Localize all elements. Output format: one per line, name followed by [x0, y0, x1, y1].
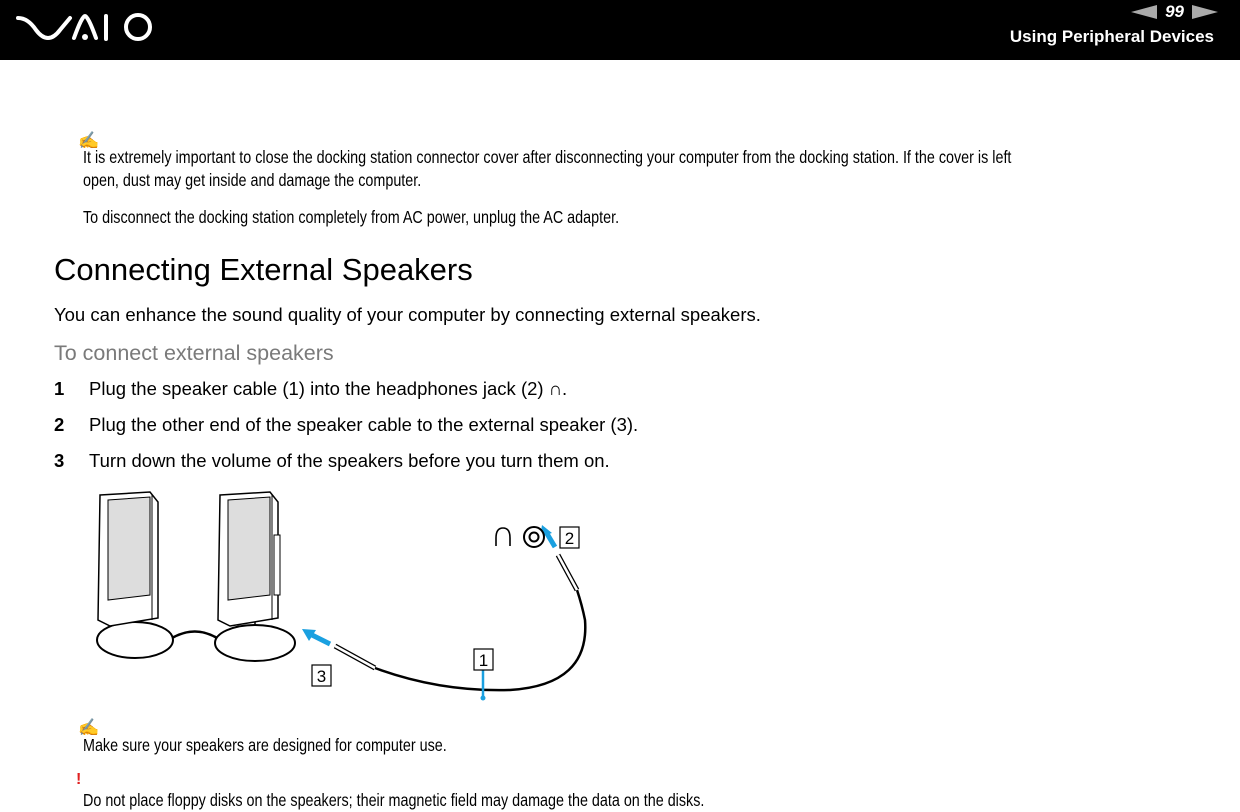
step-number: 1	[54, 378, 65, 399]
page-navigator: 99	[1131, 0, 1218, 24]
note-text-line2: open, dust may get inside and damage the…	[83, 170, 422, 190]
speaker-right	[214, 491, 296, 662]
step-number: 2	[54, 414, 65, 435]
procedure-title: To connect external speakers	[54, 341, 334, 365]
heading-connecting-speakers: Connecting External Speakers	[54, 252, 473, 287]
intro-text: You can enhance the sound quality of you…	[54, 304, 761, 325]
svg-text:3: 3	[317, 667, 326, 686]
note-text-para2: To disconnect the docking station comple…	[83, 207, 620, 227]
note-text: Make sure your speakers are designed for…	[83, 735, 447, 755]
page-number: 99	[1165, 2, 1184, 21]
svg-text:2: 2	[565, 529, 574, 548]
svg-text:1: 1	[479, 651, 488, 670]
page-header: 99 Using Peripheral Devices	[0, 0, 1240, 60]
next-page-arrow[interactable]	[1192, 5, 1218, 19]
previous-page-arrow[interactable]	[1131, 5, 1158, 19]
callout-1: 1	[473, 648, 494, 671]
step-text: Plug the other end of the speaker cable …	[89, 414, 639, 435]
step-text: Plug the speaker cable (1) into the head…	[89, 378, 568, 399]
section-title: Using Peripheral Devices	[1009, 27, 1214, 46]
note-text-line1: It is extremely important to close the d…	[83, 147, 1012, 167]
warning-text: Do not place floppy disks on the speaker…	[83, 790, 705, 810]
warning-icon: !	[76, 771, 82, 788]
step-item: 3 Turn down the volume of the speakers be…	[54, 450, 610, 472]
headphones-icon	[495, 527, 511, 546]
step-text: Turn down the volume of the speakers bef…	[89, 450, 610, 471]
speaker-connection-illustration: 1 2 3	[96, 491, 587, 701]
callout-3: 3	[311, 664, 332, 687]
step-item: 2 Plug the other end of the speaker cable…	[54, 414, 638, 436]
speaker-left	[96, 491, 174, 659]
vaio-logo	[16, 13, 152, 41]
step-item: 1 Plug the speaker cable (1) into the hea…	[54, 378, 567, 400]
callout-2: 2	[559, 526, 580, 549]
step-number: 3	[54, 450, 65, 471]
